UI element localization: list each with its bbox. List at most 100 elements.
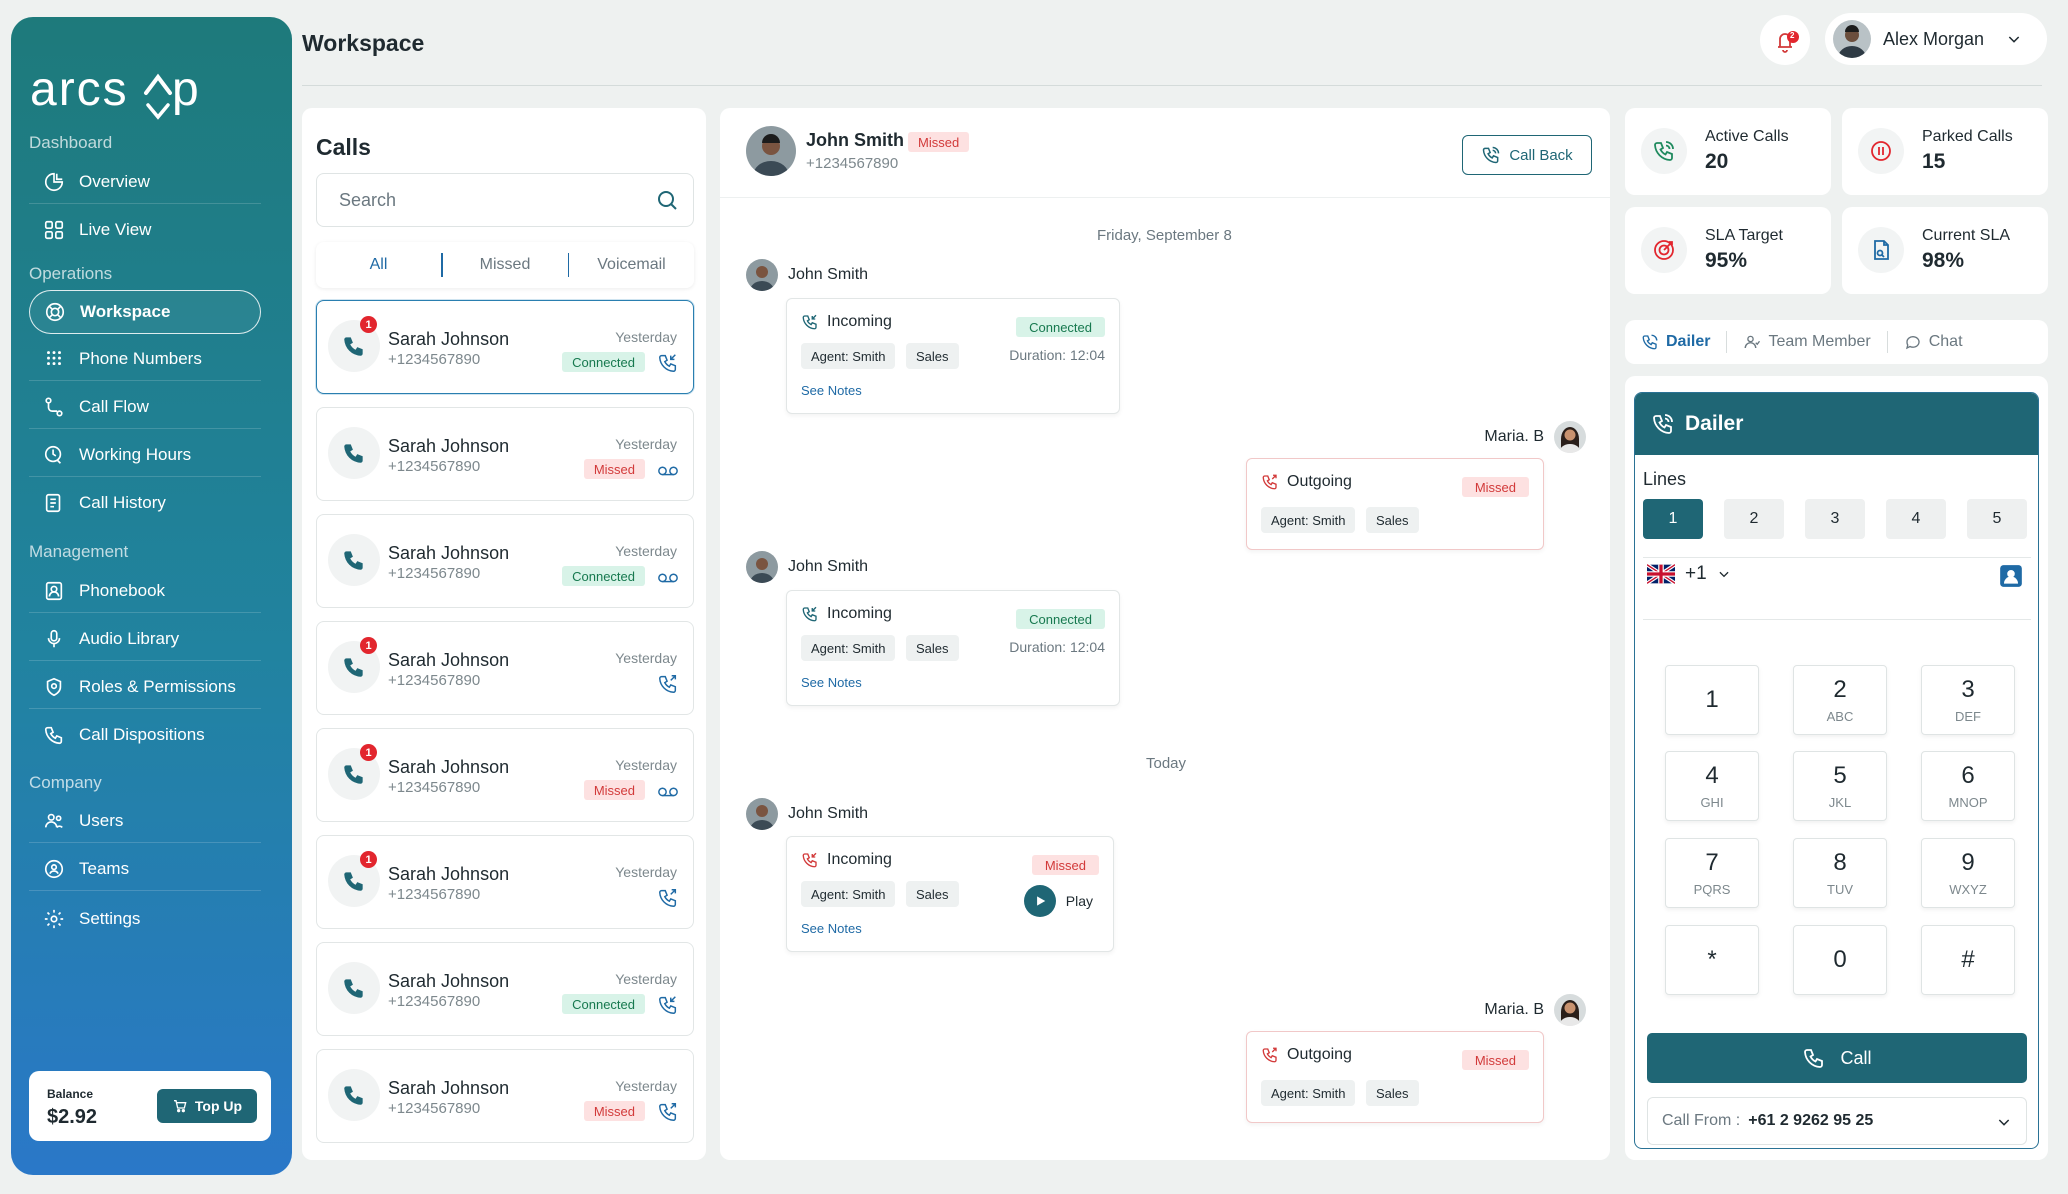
call-list-item[interactable]: Sarah Johnson +1234567890 Yesterday Missed bbox=[316, 1049, 694, 1143]
dial-key[interactable]: * bbox=[1665, 925, 1759, 995]
call-list-item[interactable]: Sarah Johnson +1234567890 Yesterday Missed bbox=[316, 407, 694, 501]
nav-roles-permissions[interactable]: Roles & Permissions bbox=[29, 665, 261, 709]
nav-workspace[interactable]: Workspace bbox=[29, 290, 261, 334]
top-up-button[interactable]: Top Up bbox=[157, 1089, 257, 1123]
nav-call-dispositions[interactable]: Call Dispositions bbox=[29, 713, 261, 757]
users-icon bbox=[44, 813, 63, 828]
svg-text:p: p bbox=[172, 63, 199, 116]
search-box[interactable] bbox=[316, 173, 694, 227]
sender-avatar bbox=[746, 259, 778, 291]
nav-call-history[interactable]: Call History bbox=[29, 481, 261, 525]
user-menu[interactable]: Alex Morgan bbox=[1825, 13, 2047, 65]
phone-icon bbox=[344, 979, 363, 998]
phone-icon bbox=[44, 726, 63, 745]
nav-label: Phone Numbers bbox=[79, 348, 202, 368]
dial-key[interactable]: 3 DEF bbox=[1921, 665, 2015, 735]
line-button-2[interactable]: 2 bbox=[1724, 499, 1784, 539]
stat-label: Active Calls bbox=[1705, 128, 1789, 145]
balance-card: Balance $2.92 Top Up bbox=[29, 1071, 271, 1141]
lines-label: Lines bbox=[1643, 469, 1687, 489]
tab-chat[interactable]: Chat bbox=[1904, 333, 1963, 351]
line-button-5[interactable]: 5 bbox=[1967, 499, 2027, 539]
direction-label: Incoming bbox=[827, 605, 892, 622]
call-avatar bbox=[328, 534, 380, 586]
nav-call-flow[interactable]: Call Flow bbox=[29, 385, 261, 429]
dial-key[interactable]: 7 PQRS bbox=[1665, 838, 1759, 908]
tab-team-member[interactable]: Team Member bbox=[1743, 333, 1871, 351]
dial-key[interactable]: 9 WXYZ bbox=[1921, 838, 2015, 908]
call-button[interactable]: Call bbox=[1647, 1033, 2027, 1083]
call-list-item[interactable]: 1 Sarah Johnson +1234567890 Yesterday Missed bbox=[316, 728, 694, 822]
filter-tab-all[interactable]: All bbox=[316, 256, 441, 274]
line-button-1[interactable]: 1 bbox=[1643, 499, 1703, 539]
agent-tag: Agent: Smith bbox=[1261, 1080, 1356, 1106]
call-direction: Outgoing bbox=[1261, 473, 1352, 491]
dial-key[interactable]: 1 bbox=[1665, 665, 1759, 735]
see-notes-link[interactable]: See Notes bbox=[801, 675, 862, 690]
dialpad-icon bbox=[47, 350, 61, 365]
outgoing-icon bbox=[659, 1103, 677, 1121]
section-management: Management bbox=[29, 542, 129, 561]
line-button-4[interactable]: 4 bbox=[1886, 499, 1946, 539]
dial-key[interactable]: 4 GHI bbox=[1665, 751, 1759, 821]
dial-key-digit: 7 bbox=[1705, 848, 1719, 876]
phone-icon bbox=[344, 551, 363, 570]
nav-teams[interactable]: Teams bbox=[29, 847, 261, 891]
dial-key[interactable]: 2 ABC bbox=[1793, 665, 1887, 735]
line-button-3[interactable]: 3 bbox=[1805, 499, 1865, 539]
nav-users[interactable]: Users bbox=[29, 799, 261, 843]
contact-book-icon[interactable] bbox=[1998, 563, 2024, 589]
call-list-item[interactable]: Sarah Johnson +1234567890 Yesterday Connect… bbox=[316, 514, 694, 608]
call-list-item[interactable]: 1 Sarah Johnson +1234567890 Yesterday bbox=[316, 835, 694, 929]
stat-value: 98% bbox=[1922, 249, 1965, 272]
dial-key[interactable]: 6 MNOP bbox=[1921, 751, 2015, 821]
call-list-item[interactable]: 1 Sarah Johnson +1234567890 Yesterday bbox=[316, 621, 694, 715]
dial-key[interactable]: 5 JKL bbox=[1793, 751, 1887, 821]
nav-audio-library[interactable]: Audio Library bbox=[29, 617, 261, 661]
nav-phonebook[interactable]: Phonebook bbox=[29, 569, 261, 613]
phone-icon bbox=[344, 444, 363, 463]
direction-label: Outgoing bbox=[1287, 473, 1352, 490]
direction-label: Outgoing bbox=[1287, 1046, 1352, 1063]
app-logo[interactable]: arcs p bbox=[30, 47, 230, 122]
country-code-select[interactable]: +1 bbox=[1647, 563, 1731, 585]
nav-label: Settings bbox=[79, 909, 141, 928]
tab-dailer[interactable]: Dailer bbox=[1641, 333, 1710, 351]
nav-settings[interactable]: Settings bbox=[29, 897, 261, 941]
search-input[interactable] bbox=[339, 189, 619, 211]
incoming-icon bbox=[659, 354, 677, 372]
filter-tab-voicemail[interactable]: Voicemail bbox=[569, 256, 694, 274]
search-icon[interactable] bbox=[655, 188, 679, 212]
dial-key[interactable]: # bbox=[1921, 925, 2015, 995]
call-list-item[interactable]: 1 Sarah Johnson +1234567890 Yesterday Connec… bbox=[316, 300, 694, 394]
dial-key-digit: # bbox=[1961, 946, 1975, 973]
play-recording-button[interactable]: Play bbox=[1023, 885, 1093, 917]
nav-overview[interactable]: Overview bbox=[29, 160, 261, 204]
dial-key-digit: 2 bbox=[1833, 675, 1847, 703]
call-status-badge: Missed bbox=[583, 780, 645, 800]
outgoing-icon bbox=[659, 889, 677, 907]
dialer-panel: Dailer Lines 1 2 3 4 5 +1 1 2 ABC 3 DEF 4 GHI 5… bbox=[1625, 376, 2048, 1160]
message-sender: John Smith bbox=[746, 259, 868, 291]
sender-avatar bbox=[746, 798, 778, 830]
call-back-button[interactable]: Call Back bbox=[1462, 135, 1592, 175]
see-notes-link[interactable]: See Notes bbox=[801, 383, 862, 398]
notification-count: 2 bbox=[1790, 31, 1795, 40]
sender-avatar bbox=[1554, 421, 1586, 453]
see-notes-link[interactable]: See Notes bbox=[801, 921, 862, 936]
call-from-select[interactable]: Call From : +61 2 9262 95 25 bbox=[1647, 1097, 2027, 1145]
nav-live-view[interactable]: Live View bbox=[29, 208, 261, 252]
dial-key[interactable]: 8 TUV bbox=[1793, 838, 1887, 908]
notifications-button[interactable]: 2 bbox=[1760, 15, 1810, 65]
call-log-bubble: Outgoing Agent: Smith Sales Missed bbox=[1246, 458, 1544, 550]
call-list-item[interactable]: Sarah Johnson +1234567890 Yesterday Connect… bbox=[316, 942, 694, 1036]
call-avatar bbox=[328, 427, 380, 479]
nav-phone-numbers[interactable]: Phone Numbers bbox=[29, 337, 261, 381]
nav-working-hours[interactable]: Working Hours bbox=[29, 433, 261, 477]
direction-label: Incoming bbox=[827, 313, 892, 330]
incoming-call-icon bbox=[802, 314, 817, 330]
stat-value: 95% bbox=[1705, 249, 1748, 272]
dial-key-digit: * bbox=[1707, 946, 1717, 973]
dial-key[interactable]: 0 bbox=[1793, 925, 1887, 995]
filter-tab-missed[interactable]: Missed bbox=[443, 256, 568, 274]
